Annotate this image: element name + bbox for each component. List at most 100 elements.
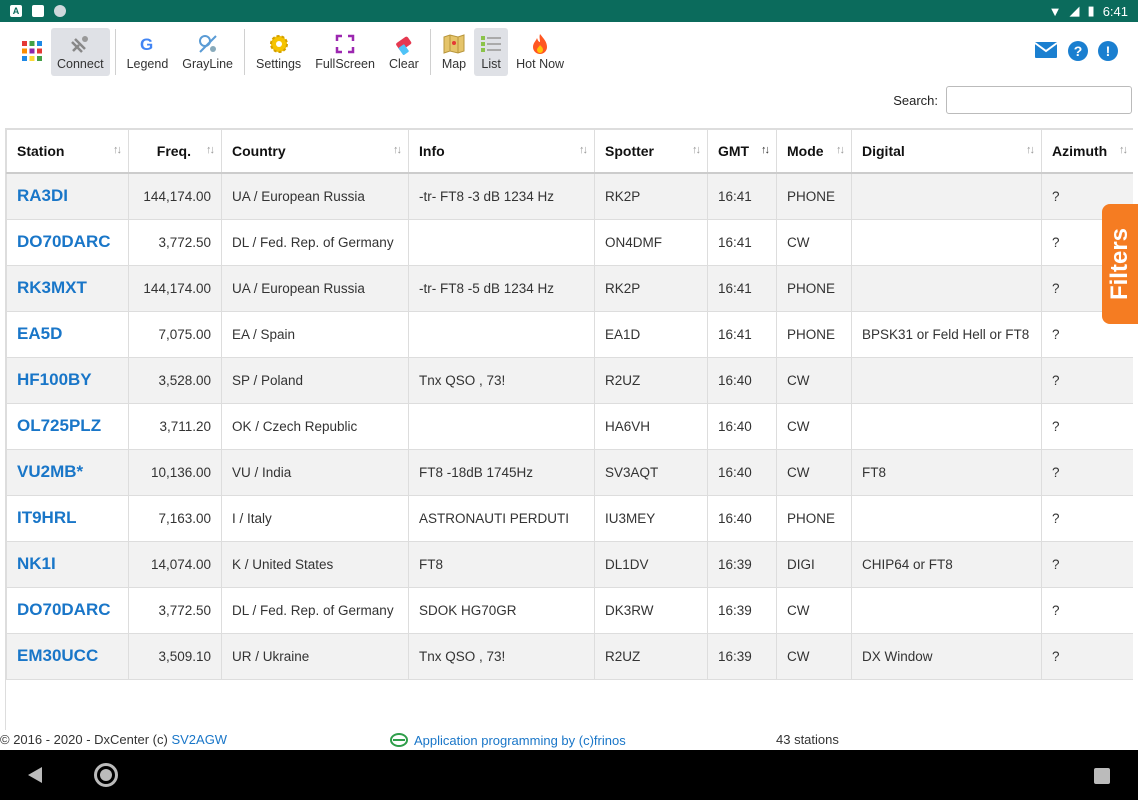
wifi-icon: ▼ — [1048, 3, 1062, 19]
cell-digital — [851, 587, 1042, 634]
grayline-button[interactable]: GrayLine — [176, 28, 239, 76]
fire-icon — [529, 33, 551, 55]
copyright: © 2016 - 2020 - DxCenter (c) SV2AGW — [0, 732, 228, 747]
cell-freq: 3,711.20 — [128, 403, 222, 450]
battery-icon: ▮ — [1087, 3, 1095, 18]
table-row[interactable]: IT9HRL 7,163.00 I / Italy ASTRONAUTI PERDUT… — [6, 495, 1133, 542]
map-button[interactable]: Map — [436, 28, 472, 76]
notification-a-icon: A — [10, 5, 22, 17]
alert-icon[interactable]: ! — [1098, 40, 1118, 61]
cell-digital: FT8 — [851, 449, 1042, 496]
cell-station[interactable]: EM30UCC — [6, 633, 129, 680]
fullscreen-button[interactable]: FullScreen — [309, 28, 381, 76]
legend-button[interactable]: G Legend — [121, 28, 175, 76]
column-header-gmt[interactable]: GMT ↑↓ — [707, 128, 777, 174]
search-input[interactable] — [946, 86, 1132, 114]
cell-station[interactable]: IT9HRL — [6, 495, 129, 542]
gear-icon — [268, 33, 290, 55]
column-header-country[interactable]: Country ↑↓ — [221, 128, 409, 174]
cell-gmt: 16:40 — [707, 495, 777, 542]
sort-icon: ↑↓ — [579, 144, 588, 156]
sort-icon: ↑↓ — [1119, 144, 1128, 156]
column-header-digital[interactable]: Digital ↑↓ — [851, 128, 1042, 174]
table-row[interactable]: VU2MB* 10,136.00 VU / India FT8 -18dB 1745H… — [6, 449, 1133, 496]
cell-gmt: 16:40 — [707, 357, 777, 404]
signal-icon: ◢ — [1069, 3, 1080, 18]
cell-station[interactable]: VU2MB* — [6, 449, 129, 496]
cell-info: ASTRONAUTI PERDUTI — [408, 495, 595, 542]
cell-spotter: DK3RW — [594, 587, 708, 634]
hot-now-button[interactable]: Hot Now — [510, 28, 570, 76]
cell-station[interactable]: DO70DARC — [6, 219, 129, 266]
cell-spotter: ON4DMF — [594, 219, 708, 266]
settings-label: Settings — [256, 57, 302, 71]
cell-spotter: R2UZ — [594, 633, 708, 680]
table-row[interactable]: OL725PLZ 3,711.20 OK / Czech Republic HA6VH… — [6, 403, 1133, 450]
cell-station[interactable]: DO70DARC — [6, 587, 129, 634]
cell-spotter: RK2P — [594, 172, 708, 220]
cell-freq: 3,528.00 — [128, 357, 222, 404]
sort-desc-icon: ↑↓ — [761, 144, 770, 156]
settings-button[interactable]: Settings — [250, 28, 307, 76]
apps-button[interactable] — [15, 28, 49, 76]
toolbar: Connect G Legend GrayLine Settings FullS… — [0, 22, 1138, 82]
cell-country: DL / Fed. Rep. of Germany — [221, 219, 409, 266]
sort-icon: ↑↓ — [836, 144, 845, 156]
table-row[interactable]: HF100BY 3,528.00 SP / Poland Tnx QSO , 73! R… — [6, 357, 1133, 404]
table-row[interactable]: RA3DI 144,174.00 UA / European Russia -tr- … — [6, 172, 1133, 220]
table-row[interactable]: EM30UCC 3,509.10 UR / Ukraine Tnx QSO , 73!… — [6, 633, 1133, 680]
table-row[interactable]: DO70DARC 3,772.50 DL / Fed. Rep. of German… — [6, 587, 1133, 634]
cell-mode: PHONE — [776, 265, 852, 312]
clock: 6:41 — [1102, 3, 1128, 19]
cell-gmt: 16:40 — [707, 449, 777, 496]
cell-spotter: SV3AQT — [594, 449, 708, 496]
cell-station[interactable]: RK3MXT — [6, 265, 129, 312]
cell-info — [408, 403, 595, 450]
back-icon[interactable] — [28, 767, 42, 783]
table-row[interactable]: RK3MXT 144,174.00 UA / European Russia -tr-… — [6, 265, 1133, 312]
list-button[interactable]: List — [474, 28, 509, 76]
cell-station[interactable]: EA5D — [6, 311, 129, 358]
clear-button[interactable]: Clear — [383, 28, 425, 76]
sort-icon: ↑↓ — [393, 144, 402, 156]
filters-tab[interactable]: Filters — [1102, 204, 1138, 324]
column-header-freq[interactable]: Freq. ↑↓ — [128, 128, 222, 174]
status-bar: A ▼ ◢ ▮ 6:41 — [0, 0, 1138, 22]
cell-country: UR / Ukraine — [221, 633, 409, 680]
cell-freq: 10,136.00 — [128, 449, 222, 496]
cell-station[interactable]: HF100BY — [6, 357, 129, 404]
recent-apps-icon[interactable] — [1094, 768, 1110, 784]
mail-icon[interactable] — [1034, 41, 1058, 64]
cell-gmt: 16:39 — [707, 633, 777, 680]
spots-table-container: Station ↑↓ Freq. ↑↓ Country ↑↓ Info ↑↓ Spott… — [5, 128, 1133, 730]
cell-digital: CHIP64 or FT8 — [851, 541, 1042, 588]
cell-country: K / United States — [221, 541, 409, 588]
cell-spotter: EA1D — [594, 311, 708, 358]
column-header-station[interactable]: Station ↑↓ — [6, 128, 129, 174]
cell-gmt: 16:41 — [707, 265, 777, 312]
cell-station[interactable]: NK1I — [6, 541, 129, 588]
cell-info — [408, 219, 595, 266]
help-icon[interactable]: ? — [1068, 40, 1088, 61]
sort-icon: ↑↓ — [206, 144, 215, 156]
connect-button[interactable]: Connect — [51, 28, 110, 76]
column-header-info[interactable]: Info ↑↓ — [408, 128, 595, 174]
home-icon[interactable] — [94, 763, 118, 787]
map-icon — [443, 33, 465, 55]
legend-label: Legend — [126, 57, 169, 71]
table-row[interactable]: DO70DARC 3,772.50 DL / Fed. Rep. of German… — [6, 219, 1133, 266]
map-label: Map — [441, 57, 467, 71]
column-header-mode[interactable]: Mode ↑↓ — [776, 128, 852, 174]
column-header-azimuth[interactable]: Azimuth ↑↓ — [1041, 128, 1133, 174]
column-header-spotter[interactable]: Spotter ↑↓ — [594, 128, 708, 174]
cell-country: OK / Czech Republic — [221, 403, 409, 450]
cell-spotter: RK2P — [594, 265, 708, 312]
cell-station[interactable]: OL725PLZ — [6, 403, 129, 450]
app-credit[interactable]: Application programming by (c)frinos — [390, 732, 626, 748]
author-link[interactable]: SV2AGW — [171, 732, 227, 747]
cell-station[interactable]: RA3DI — [6, 172, 129, 220]
table-row[interactable]: NK1I 14,074.00 K / United States FT8 DL1DV 16… — [6, 541, 1133, 588]
grayline-icon — [197, 33, 219, 55]
table-row[interactable]: EA5D 7,075.00 EA / Spain EA1D 16:41 PHONE BPSK… — [6, 311, 1133, 358]
cell-info: -tr- FT8 -3 dB 1234 Hz — [408, 172, 595, 220]
